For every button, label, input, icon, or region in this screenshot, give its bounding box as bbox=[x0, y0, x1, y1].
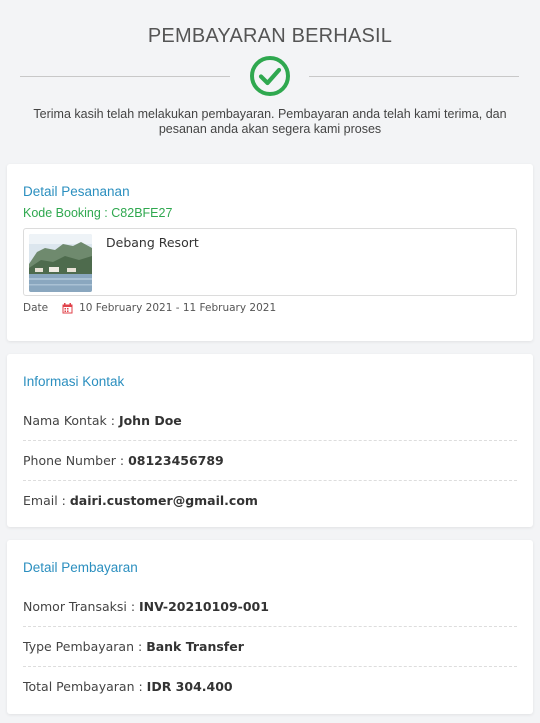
check-circle-icon bbox=[250, 56, 290, 96]
page-title: PEMBAYARAN BERHASIL bbox=[147, 25, 393, 47]
payment-detail-title: Detail Pembayaran bbox=[23, 560, 138, 575]
hotel-thumbnail bbox=[29, 234, 92, 292]
payment-total-value: IDR 304.400 bbox=[146, 679, 233, 694]
order-detail-title: Detail Pesananan bbox=[23, 184, 130, 199]
calendar-icon bbox=[62, 302, 73, 313]
contact-name-value: John Doe bbox=[118, 413, 182, 428]
thank-you-message: Terima kasih telah melakukan pembayaran.… bbox=[33, 107, 507, 136]
divider-line-left bbox=[20, 76, 230, 77]
contact-name-label: Nama Kontak : bbox=[23, 413, 115, 428]
transaction-number-row: Nomor Transaksi : INV-20210109-001 bbox=[23, 587, 517, 627]
hotel-summary: Debang Resort bbox=[23, 228, 517, 296]
hotel-name: Debang Resort bbox=[106, 235, 199, 250]
contact-email-label: Email : bbox=[23, 493, 66, 508]
contact-phone-value: 08123456789 bbox=[128, 453, 224, 468]
payment-type-row: Type Pembayaran : Bank Transfer bbox=[23, 627, 517, 667]
stay-dates: Date 10 February 2021 - 11 February 2021 bbox=[23, 302, 517, 314]
transaction-number-value: INV-20210109-001 bbox=[139, 599, 269, 614]
payment-success-header: PEMBAYARAN BERHASIL Terima kasih telah m… bbox=[0, 0, 540, 137]
contact-name-row: Nama Kontak : John Doe bbox=[23, 401, 517, 441]
date-range: 10 February 2021 - 11 February 2021 bbox=[79, 302, 277, 314]
contact-email-value: dairi.customer@gmail.com bbox=[69, 493, 258, 508]
contact-info-list: Nama Kontak : John Doe Phone Number : 08… bbox=[23, 401, 517, 521]
contact-info-card: Informasi Kontak Nama Kontak : John Doe … bbox=[7, 354, 533, 527]
divider-line-right bbox=[309, 76, 519, 77]
contact-phone-row: Phone Number : 08123456789 bbox=[23, 441, 517, 481]
payment-type-label: Type Pembayaran : bbox=[23, 639, 143, 654]
payment-total-row: Total Pembayaran : IDR 304.400 bbox=[23, 667, 517, 707]
booking-code: Kode Booking : C82BFE27 bbox=[23, 206, 173, 220]
payment-detail-card: Detail Pembayaran Nomor Transaksi : INV-… bbox=[7, 540, 533, 714]
contact-info-title: Informasi Kontak bbox=[23, 374, 125, 389]
contact-email-row: Email : dairi.customer@gmail.com bbox=[23, 481, 517, 521]
date-label: Date bbox=[23, 302, 49, 314]
order-detail-card: Detail Pesananan Kode Booking : C82BFE27… bbox=[7, 164, 533, 341]
transaction-number-label: Nomor Transaksi : bbox=[23, 599, 136, 614]
payment-info-list: Nomor Transaksi : INV-20210109-001 Type … bbox=[23, 587, 517, 707]
title-divider bbox=[0, 55, 540, 99]
payment-total-label: Total Pembayaran : bbox=[23, 679, 143, 694]
contact-phone-label: Phone Number : bbox=[23, 453, 125, 468]
payment-type-value: Bank Transfer bbox=[146, 639, 244, 654]
